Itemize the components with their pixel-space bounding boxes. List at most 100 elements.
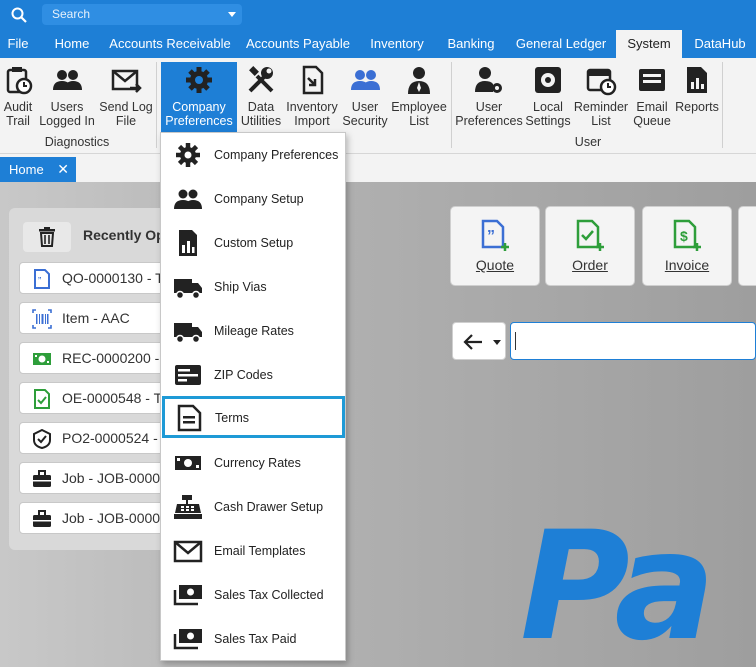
send-log-icon <box>111 69 142 93</box>
menu-general-ledger[interactable]: General Ledger <box>510 30 612 58</box>
menu-file[interactable]: File <box>0 30 36 58</box>
close-icon[interactable]: ✕ <box>57 157 69 182</box>
order-add-icon <box>576 219 604 251</box>
menu-banking[interactable]: Banking <box>440 30 502 58</box>
employee-list-button[interactable]: Employee List <box>390 62 448 132</box>
search-placeholder: Search <box>52 7 91 21</box>
menu-item-terms[interactable]: Terms <box>162 396 345 438</box>
menu-item-label: Sales Tax Paid <box>214 632 297 646</box>
menu-datahub[interactable]: DataHub <box>688 30 752 58</box>
chevron-down-icon[interactable] <box>493 340 501 345</box>
menu-accounts-payable[interactable]: Accounts Payable <box>242 30 354 58</box>
menu-system[interactable]: System <box>616 30 682 58</box>
invoice-button[interactable]: $ Invoice <box>642 206 732 286</box>
employee-icon <box>408 67 430 94</box>
menu-accounts-receivable[interactable]: Accounts Receivable <box>106 30 234 58</box>
import-icon <box>302 65 324 95</box>
diagnostics-group-label: Diagnostics <box>44 135 110 149</box>
email-queue-icon <box>639 69 665 91</box>
order-button[interactable]: Order <box>545 206 635 286</box>
reminder-list-label-2: List <box>591 114 611 128</box>
email-queue-label-1: Email <box>636 100 668 114</box>
recent-item-label: REC-0000200 - R <box>62 350 174 366</box>
menu-item-label: Currency Rates <box>214 456 301 470</box>
employee-list-label-1: Employee <box>391 100 447 114</box>
reminder-list-button[interactable]: Reminder List <box>573 62 629 132</box>
receipt-button[interactable]: R <box>738 206 756 286</box>
truck-icon <box>174 323 202 344</box>
menu-home[interactable]: Home <box>44 30 100 58</box>
briefcase-icon <box>33 470 51 487</box>
menu-item-company-preferences[interactable]: Company Preferences <box>161 133 347 177</box>
menu-item-ship-vias[interactable]: Ship Vias <box>161 265 347 309</box>
audit-trail-icon <box>6 67 33 95</box>
email-queue-button[interactable]: Email Queue <box>629 62 675 132</box>
menu-item-sales-tax-collected[interactable]: Sales Tax Collected <box>161 573 347 617</box>
search-icon[interactable] <box>10 6 28 24</box>
menu-item-currency-rates[interactable]: Currency Rates <box>161 441 347 485</box>
barcode-icon <box>32 309 52 329</box>
calendar-clock-icon <box>586 68 617 96</box>
money-icon <box>33 353 51 365</box>
menu-inventory[interactable]: Inventory <box>362 30 432 58</box>
user-preferences-button[interactable]: User Preferences <box>455 62 523 132</box>
data-utilities-button[interactable]: Data Utilities <box>238 62 284 132</box>
audit-trail-label-2: Trail <box>6 114 30 128</box>
quote-button[interactable]: ” Quote <box>450 206 540 286</box>
users-logged-in-button[interactable]: Users Logged In <box>36 62 98 132</box>
user-security-button[interactable]: User Security <box>340 62 390 132</box>
back-navigation-button[interactable] <box>452 322 506 360</box>
order-button-label: Order <box>572 257 608 273</box>
tab-home[interactable]: Home ✕ <box>0 157 76 182</box>
recent-item-label: Item - AAC <box>62 310 130 326</box>
company-preferences-dropdown: Company Preferences Company Setup Custom… <box>160 132 346 661</box>
users-logged-in-label-2: Logged In <box>39 114 95 128</box>
user-gear-icon <box>475 67 502 93</box>
company-preferences-label-2: Preferences <box>165 114 233 128</box>
recent-item-label: PO2-0000524 - B <box>62 430 171 446</box>
gear-icon <box>176 143 200 167</box>
menu-item-cash-drawer-setup[interactable]: Cash Drawer Setup <box>161 485 347 529</box>
menu-item-zip-codes[interactable]: ZIP Codes <box>161 353 347 397</box>
local-settings-button[interactable]: Local Settings <box>523 62 573 132</box>
employee-list-label-2: List <box>409 114 429 128</box>
users-logged-in-label-1: Users <box>50 100 84 114</box>
recent-item-label: Job - JOB-000001 <box>62 470 176 486</box>
user-preferences-label-2: Preferences <box>455 114 523 128</box>
document-tab-strip: Home ✕ <box>0 154 756 182</box>
tools-icon <box>248 66 274 93</box>
quote-add-icon: ” <box>481 219 509 251</box>
user-security-label-1: User <box>351 100 379 114</box>
menu-item-company-setup[interactable]: Company Setup <box>161 177 347 221</box>
search-input[interactable]: Search <box>42 4 242 25</box>
document-icon <box>177 404 202 432</box>
audit-trail-button[interactable]: Audit Trail <box>0 62 36 132</box>
invoice-add-icon: $ <box>673 219 701 251</box>
menu-item-label: Custom Setup <box>214 236 294 250</box>
users-icon <box>351 70 380 90</box>
menu-item-label: Terms <box>215 411 250 425</box>
navigation-input[interactable] <box>510 322 756 360</box>
recent-item-label: Job - JOB-000002 <box>62 510 176 526</box>
menu-item-label: Email Templates <box>214 544 306 558</box>
menu-item-email-templates[interactable]: Email Templates <box>161 529 347 573</box>
svg-text:”: ” <box>38 276 41 287</box>
gear-box-icon <box>535 67 561 93</box>
send-log-label-2: File <box>115 114 137 128</box>
company-preferences-button[interactable]: Company Preferences <box>161 62 237 139</box>
inventory-import-button[interactable]: Inventory Import <box>284 62 340 132</box>
money-stack-icon <box>173 629 202 650</box>
quote-icon: ” <box>34 269 50 289</box>
chevron-down-icon[interactable] <box>228 12 236 17</box>
menu-item-custom-setup[interactable]: Custom Setup <box>161 221 347 265</box>
local-settings-label-1: Local <box>533 100 563 114</box>
trash-icon <box>39 227 55 247</box>
data-utilities-label-1: Data <box>247 100 275 114</box>
reports-button[interactable]: Reports <box>675 62 719 132</box>
recent-item-label: QO-0000130 - Tri <box>62 270 171 286</box>
send-log-file-button[interactable]: Send Log File <box>98 62 154 132</box>
inventory-import-label-2: Import <box>294 114 330 128</box>
menu-item-mileage-rates[interactable]: Mileage Rates <box>161 309 347 353</box>
clear-recent-button[interactable] <box>23 222 71 252</box>
menu-item-sales-tax-paid[interactable]: Sales Tax Paid <box>161 617 347 661</box>
